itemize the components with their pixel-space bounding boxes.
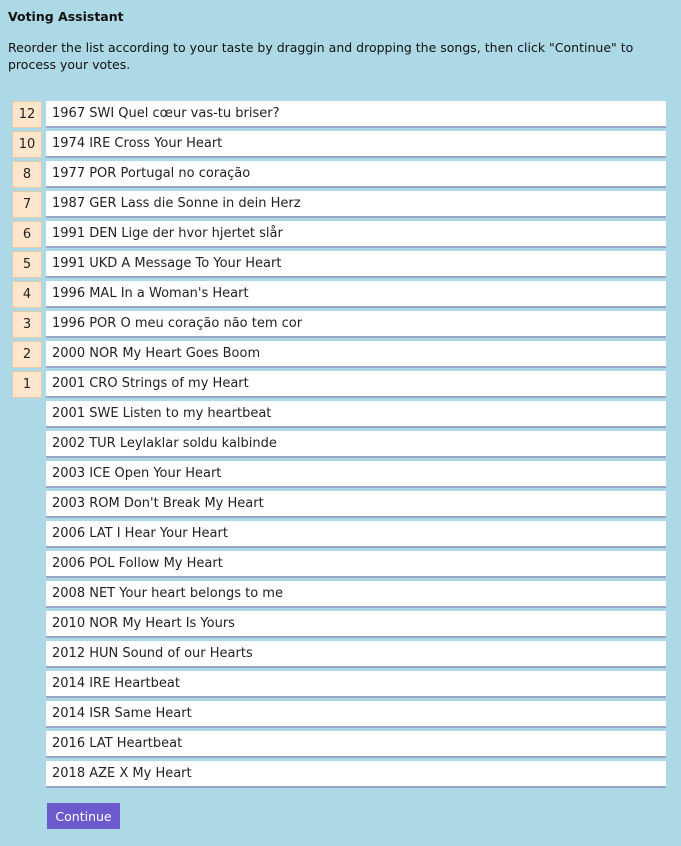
list-item: 2 2000 NOR My Heart Goes Boom [12, 341, 667, 368]
draggable-song-item[interactable]: 2016 LAT Heartbeat [46, 731, 666, 758]
draggable-song-item[interactable]: 1967 SWI Quel cœur vas-tu briser? [46, 101, 666, 128]
draggable-song-item[interactable]: 2006 LAT I Hear Your Heart [46, 521, 666, 548]
draggable-song-item[interactable]: 2003 ICE Open Your Heart [46, 461, 666, 488]
draggable-song-item[interactable]: 2000 NOR My Heart Goes Boom [46, 341, 666, 368]
points-badge: 2 [12, 341, 42, 368]
list-item: 2001 SWE Listen to my heartbeat [12, 401, 667, 428]
draggable-song-item[interactable]: 1977 POR Portugal no coração [46, 161, 666, 188]
points-badge: 8 [12, 161, 42, 188]
draggable-song-item[interactable]: 2018 AZE X My Heart [46, 761, 666, 788]
page-title: Voting Assistant [8, 9, 124, 24]
draggable-song-item[interactable]: 2012 HUN Sound of our Hearts [46, 641, 666, 668]
list-item: 2006 LAT I Hear Your Heart [12, 521, 667, 548]
list-item: 1 2001 CRO Strings of my Heart [12, 371, 667, 398]
draggable-song-item[interactable]: 1991 DEN Lige der hvor hjertet slår [46, 221, 666, 248]
draggable-song-item[interactable]: 1987 GER Lass die Sonne in dein Herz [46, 191, 666, 218]
list-item: 2002 TUR Leylaklar soldu kalbinde [12, 431, 667, 458]
list-item: 6 1991 DEN Lige der hvor hjertet slår [12, 221, 667, 248]
draggable-song-item[interactable]: 1996 MAL In a Woman's Heart [46, 281, 666, 308]
continue-button[interactable]: Continue [47, 803, 120, 829]
draggable-song-item[interactable]: 2010 NOR My Heart Is Yours [46, 611, 666, 638]
points-badge: 6 [12, 221, 42, 248]
points-badge: 7 [12, 191, 42, 218]
list-item: 2003 ROM Don't Break My Heart [12, 491, 667, 518]
points-badge: 10 [12, 131, 42, 158]
sortable-song-list: 12 1967 SWI Quel cœur vas-tu briser? 10 197… [12, 101, 667, 791]
draggable-song-item[interactable]: 2003 ROM Don't Break My Heart [46, 491, 666, 518]
list-item: 2010 NOR My Heart Is Yours [12, 611, 667, 638]
list-item: 4 1996 MAL In a Woman's Heart [12, 281, 667, 308]
draggable-song-item[interactable]: 2008 NET Your heart belongs to me [46, 581, 666, 608]
list-item: 2014 ISR Same Heart [12, 701, 667, 728]
list-item: 8 1977 POR Portugal no coração [12, 161, 667, 188]
draggable-song-item[interactable]: 1991 UKD A Message To Your Heart [46, 251, 666, 278]
list-item: 2008 NET Your heart belongs to me [12, 581, 667, 608]
points-badge: 12 [12, 101, 42, 128]
points-badge: 3 [12, 311, 42, 338]
draggable-song-item[interactable]: 2001 CRO Strings of my Heart [46, 371, 666, 398]
draggable-song-item[interactable]: 1974 IRE Cross Your Heart [46, 131, 666, 158]
list-item: 2016 LAT Heartbeat [12, 731, 667, 758]
list-item: 3 1996 POR O meu coração não tem cor [12, 311, 667, 338]
list-item: 2014 IRE Heartbeat [12, 671, 667, 698]
list-item: 7 1987 GER Lass die Sonne in dein Herz [12, 191, 667, 218]
instructions-text: Reorder the list according to your taste… [8, 40, 634, 72]
points-badge: 4 [12, 281, 42, 308]
draggable-song-item[interactable]: 1996 POR O meu coração não tem cor [46, 311, 666, 338]
list-item: 2006 POL Follow My Heart [12, 551, 667, 578]
list-item: 2012 HUN Sound of our Hearts [12, 641, 667, 668]
list-item: 12 1967 SWI Quel cœur vas-tu briser? [12, 101, 667, 128]
draggable-song-item[interactable]: 2006 POL Follow My Heart [46, 551, 666, 578]
list-item: 2003 ICE Open Your Heart [12, 461, 667, 488]
draggable-song-item[interactable]: 2001 SWE Listen to my heartbeat [46, 401, 666, 428]
draggable-song-item[interactable]: 2014 ISR Same Heart [46, 701, 666, 728]
points-badge: 1 [12, 371, 42, 398]
list-item: 5 1991 UKD A Message To Your Heart [12, 251, 667, 278]
list-item: 2018 AZE X My Heart [12, 761, 667, 788]
list-item: 10 1974 IRE Cross Your Heart [12, 131, 667, 158]
points-badge: 5 [12, 251, 42, 278]
draggable-song-item[interactable]: 2014 IRE Heartbeat [46, 671, 666, 698]
draggable-song-item[interactable]: 2002 TUR Leylaklar soldu kalbinde [46, 431, 666, 458]
